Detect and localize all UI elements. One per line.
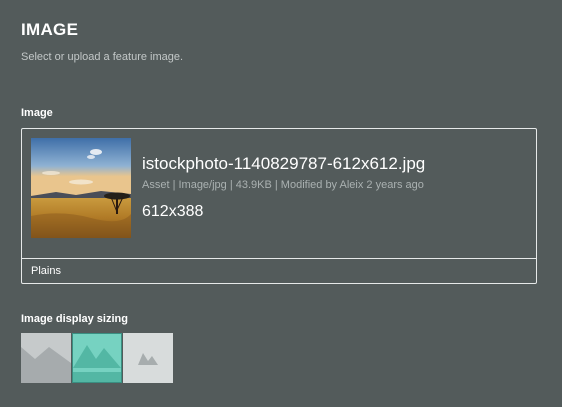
sizing-option-fill[interactable] xyxy=(21,333,71,383)
asset-filename[interactable]: istockphoto-1140829787-612x612.jpg xyxy=(142,154,425,174)
image-fit-icon xyxy=(73,345,121,382)
image-original-icon xyxy=(138,353,158,365)
section-title: IMAGE xyxy=(21,20,79,39)
asset-details: istockphoto-1140829787-612x612.jpg Asset… xyxy=(22,129,536,259)
asset-caption: Plains xyxy=(31,265,61,277)
savanna-landscape-photo xyxy=(31,138,131,238)
sizing-option-fit[interactable] xyxy=(72,333,122,383)
asset-thumbnail[interactable] xyxy=(31,138,131,238)
sizing-option-original[interactable] xyxy=(123,333,173,383)
image-field-label: Image xyxy=(21,107,53,119)
section-description: Select or upload a feature image. xyxy=(21,51,184,63)
asset-dimensions: 612x388 xyxy=(142,203,204,220)
sizing-field-label: Image display sizing xyxy=(21,313,128,325)
image-asset-card[interactable]: istockphoto-1140829787-612x612.jpg Asset… xyxy=(21,128,537,284)
image-fill-icon xyxy=(21,347,71,383)
image-sizing-selector xyxy=(21,333,173,383)
asset-meta: Asset | Image/jpg | 43.9KB | Modified by… xyxy=(142,179,424,191)
